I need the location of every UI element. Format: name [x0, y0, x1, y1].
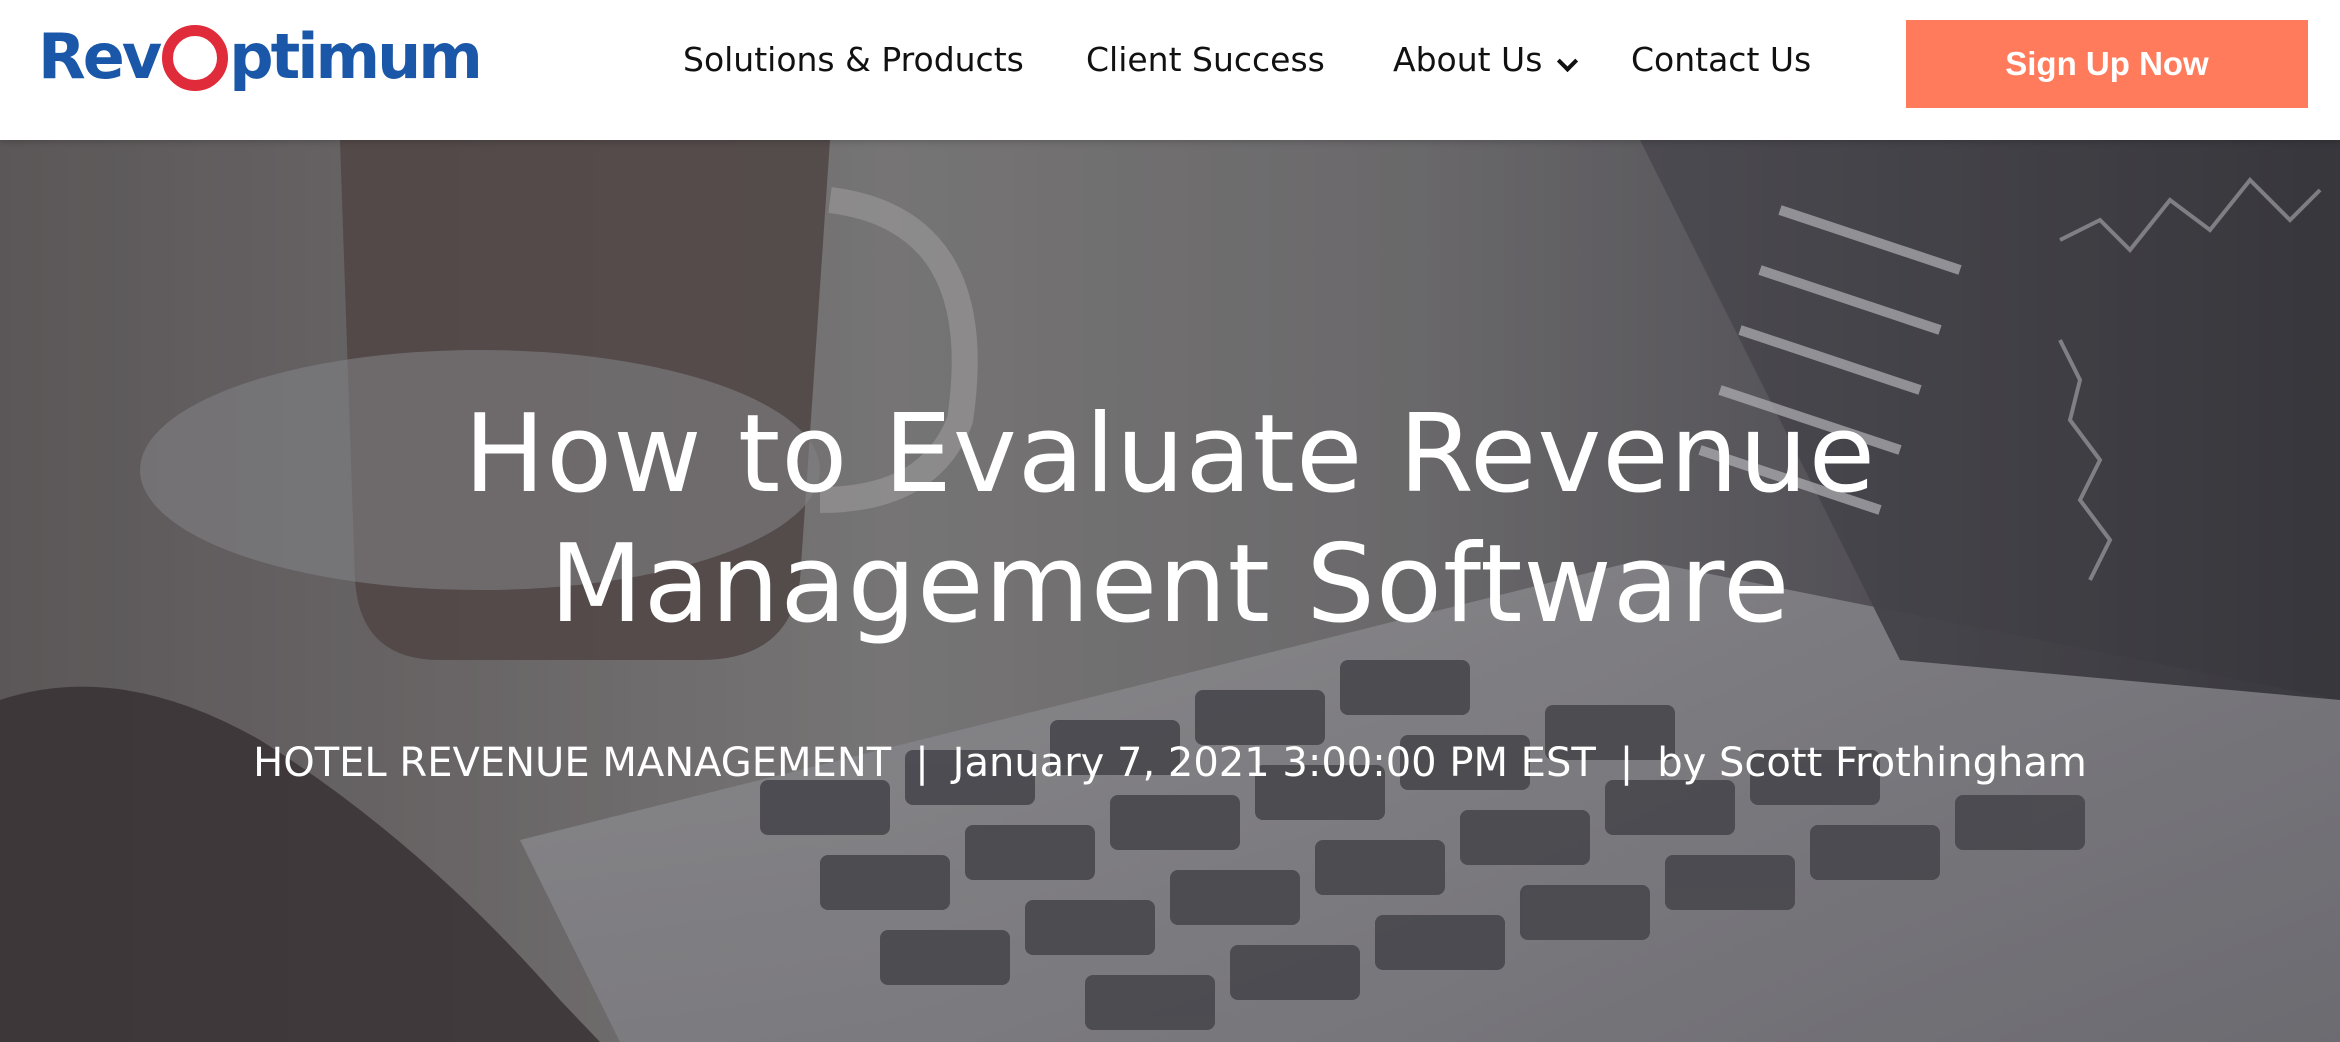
meta-separator: |	[1619, 740, 1634, 786]
chevron-down-icon	[1557, 50, 1579, 73]
article-title: How to Evaluate Revenue Management Softw…	[0, 390, 2340, 650]
nav-solutions-products[interactable]: Solutions & Products	[683, 36, 1024, 84]
logo-text-rest: ptimum	[229, 19, 483, 93]
logo-text-rev: Rev	[38, 19, 162, 93]
nav-about-us[interactable]: About Us	[1393, 36, 1579, 84]
nav-about-us-label: About Us	[1393, 40, 1543, 79]
hero-banner: How to Evaluate Revenue Management Softw…	[0, 140, 2340, 1042]
article-meta: HOTEL REVENUE MANAGEMENT | January 7, 2021…	[0, 740, 2340, 786]
article-author[interactable]: by Scott Frothingham	[1657, 740, 2087, 786]
meta-separator: |	[915, 740, 929, 786]
article-title-line-1: How to Evaluate Revenue	[463, 392, 1877, 517]
site-header: Rev ptimum Solutions & Products Client Su…	[0, 0, 2340, 140]
sign-up-now-button[interactable]: Sign Up Now	[1906, 20, 2308, 108]
article-date: January 7, 2021 3:00:00 PM EST	[952, 740, 1596, 786]
nav-client-success[interactable]: Client Success	[1086, 36, 1325, 84]
article-category[interactable]: HOTEL REVENUE MANAGEMENT	[253, 740, 891, 786]
revoptimum-logo[interactable]: Rev ptimum	[38, 14, 483, 98]
article-title-line-2: Management Software	[549, 522, 1791, 647]
logo-o-mark-icon	[162, 25, 229, 91]
nav-contact-us[interactable]: Contact Us	[1631, 36, 1811, 84]
